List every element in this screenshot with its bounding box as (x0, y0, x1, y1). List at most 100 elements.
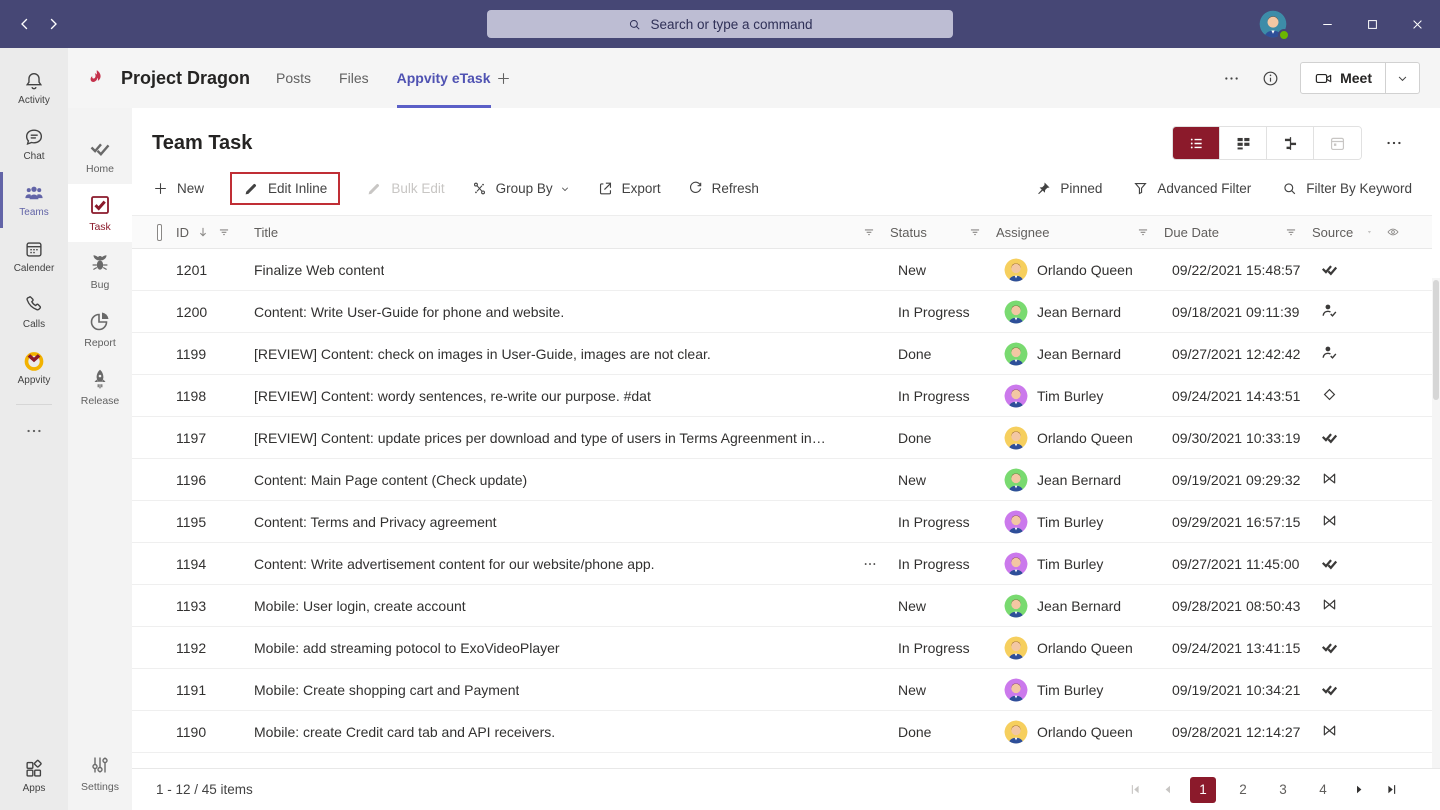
sidebar-item-activity[interactable]: Activity (0, 60, 68, 116)
filter-icon[interactable] (968, 225, 982, 239)
tab-appvity-etask[interactable]: Appvity eTask (397, 48, 491, 108)
board-view-button[interactable] (1220, 127, 1267, 159)
filter-icon[interactable] (1367, 225, 1372, 239)
page-button-4[interactable]: 4 (1310, 777, 1336, 803)
meet-dropdown-button[interactable] (1385, 63, 1419, 93)
table-row[interactable]: 1197 [REVIEW] Content: update prices per… (132, 417, 1440, 459)
page-button-2[interactable]: 2 (1230, 777, 1256, 803)
sidebar-item-apps[interactable]: Apps (0, 748, 68, 804)
advanced-filter-button[interactable]: Advanced Filter (1132, 180, 1251, 197)
table-row[interactable]: 1193 Mobile: User login, create account … (132, 585, 1440, 627)
first-page-button[interactable] (1126, 781, 1144, 799)
assignee-avatar (1004, 300, 1028, 324)
list-view-button[interactable] (1173, 127, 1220, 159)
sidebar-item-calender[interactable]: Calender (0, 228, 68, 284)
row-more-icon[interactable] (862, 556, 884, 572)
column-header-due-date[interactable]: Due Date (1164, 225, 1219, 240)
assignee-name: Orlando Queen (1037, 640, 1133, 656)
forward-icon[interactable] (44, 15, 62, 33)
add-tab-button[interactable] (495, 70, 512, 87)
sort-descending-icon[interactable] (196, 225, 210, 239)
export-button[interactable]: Export (597, 180, 661, 197)
filter-icon[interactable] (1136, 225, 1150, 239)
refresh-button[interactable]: Refresh (687, 180, 759, 197)
view-more-icon[interactable] (1384, 133, 1404, 153)
export-label: Export (622, 181, 661, 196)
avatar[interactable] (1259, 10, 1287, 38)
table-row[interactable]: 1196 Content: Main Page content (Check u… (132, 459, 1440, 501)
table-row[interactable]: 1195 Content: Terms and Privacy agreemen… (132, 501, 1440, 543)
back-icon[interactable] (16, 15, 34, 33)
column-header-source[interactable]: Source (1312, 225, 1353, 240)
column-header-title[interactable]: Title (254, 225, 278, 240)
etask-nav-report[interactable]: Report (68, 300, 132, 358)
task-status: Done (898, 430, 1004, 446)
table-row[interactable]: 1192 Mobile: add streaming potocol to Ex… (132, 627, 1440, 669)
close-button[interactable] (1395, 0, 1440, 48)
teams-titlebar: Search or type a command (0, 0, 1440, 48)
assignee-avatar (1004, 468, 1028, 492)
etask-nav-label: Report (84, 337, 116, 349)
minimize-button[interactable] (1305, 0, 1350, 48)
team-name: Project Dragon (121, 68, 250, 89)
etask-nav-bug[interactable]: Bug (68, 242, 132, 300)
etask-nav-settings[interactable]: Settings (68, 744, 132, 802)
task-id: 1195 (176, 514, 254, 530)
table-row[interactable]: 1201 Finalize Web content New Orlando Qu… (132, 249, 1440, 291)
calendar-view-button[interactable] (1314, 127, 1361, 159)
channel-more-icon[interactable] (1222, 69, 1241, 88)
table-row[interactable]: 1200 Content: Write User-Guide for phone… (132, 291, 1440, 333)
table-row[interactable]: 1191 Mobile: Create shopping cart and Pa… (132, 669, 1440, 711)
tab-posts[interactable]: Posts (276, 48, 311, 108)
previous-page-button[interactable] (1158, 781, 1176, 799)
filter-by-keyword-button[interactable]: Filter By Keyword (1281, 180, 1412, 197)
etask-nav-task[interactable]: Task (68, 184, 132, 242)
edit-inline-button[interactable]: Edit Inline (230, 172, 340, 205)
etask-nav-home[interactable]: Home (68, 126, 132, 184)
column-header-assignee[interactable]: Assignee (996, 225, 1049, 240)
column-header-status[interactable]: Status (890, 225, 927, 240)
task-due-date: 09/19/2021 10:34:21 (1172, 682, 1320, 698)
next-page-button[interactable] (1350, 781, 1368, 799)
page-button-1[interactable]: 1 (1190, 777, 1216, 803)
new-button[interactable]: New (152, 180, 204, 197)
info-icon[interactable] (1261, 69, 1280, 88)
pinned-button[interactable]: Pinned (1035, 180, 1102, 197)
filter-icon[interactable] (217, 225, 231, 239)
last-page-button[interactable] (1382, 781, 1400, 799)
table-row[interactable]: 1190 Mobile: create Credit card tab and … (132, 711, 1440, 753)
sidebar-item-appvity[interactable]: Appvity (0, 340, 68, 396)
task-due-date: 09/24/2021 13:41:15 (1172, 640, 1320, 656)
assignee-name: Jean Bernard (1037, 598, 1121, 614)
select-all-checkbox[interactable] (157, 224, 162, 241)
report-icon (88, 309, 112, 333)
page-button-3[interactable]: 3 (1270, 777, 1296, 803)
task-id: 1197 (176, 430, 254, 446)
maximize-button[interactable] (1350, 0, 1395, 48)
etask-nav-release[interactable]: Release (68, 358, 132, 416)
search-input[interactable]: Search or type a command (487, 10, 953, 38)
column-header-id[interactable]: ID (176, 225, 189, 240)
sidebar-item-teams[interactable]: Teams (0, 172, 68, 228)
table-row[interactable]: 1198 [REVIEW] Content: wordy sentences, … (132, 375, 1440, 417)
gantt-view-button[interactable] (1267, 127, 1314, 159)
table-row[interactable]: 1199 [REVIEW] Content: check on images i… (132, 333, 1440, 375)
pinned-icon (1035, 180, 1052, 197)
assignee-name: Orlando Queen (1037, 262, 1133, 278)
eye-icon[interactable] (1386, 225, 1400, 239)
table-header: ID Title Status Assi (132, 215, 1432, 249)
task-status: New (898, 598, 1004, 614)
tab-files[interactable]: Files (339, 48, 369, 108)
team-logo-dragon-icon (86, 68, 106, 88)
group-by-button[interactable]: Group By (471, 180, 571, 197)
sidebar-item-chat[interactable]: Chat (0, 116, 68, 172)
meet-button[interactable]: Meet (1301, 69, 1385, 88)
vertical-scrollbar[interactable] (1432, 278, 1440, 768)
sidebar-more-button[interactable] (0, 413, 68, 449)
bulk-edit-button[interactable]: Bulk Edit (366, 180, 444, 197)
bulk-edit-icon (366, 180, 383, 197)
sidebar-item-calls[interactable]: Calls (0, 284, 68, 340)
table-row[interactable]: 1194 Content: Write advertisement conten… (132, 543, 1440, 585)
filter-icon[interactable] (1284, 225, 1298, 239)
filter-icon[interactable] (862, 225, 876, 239)
